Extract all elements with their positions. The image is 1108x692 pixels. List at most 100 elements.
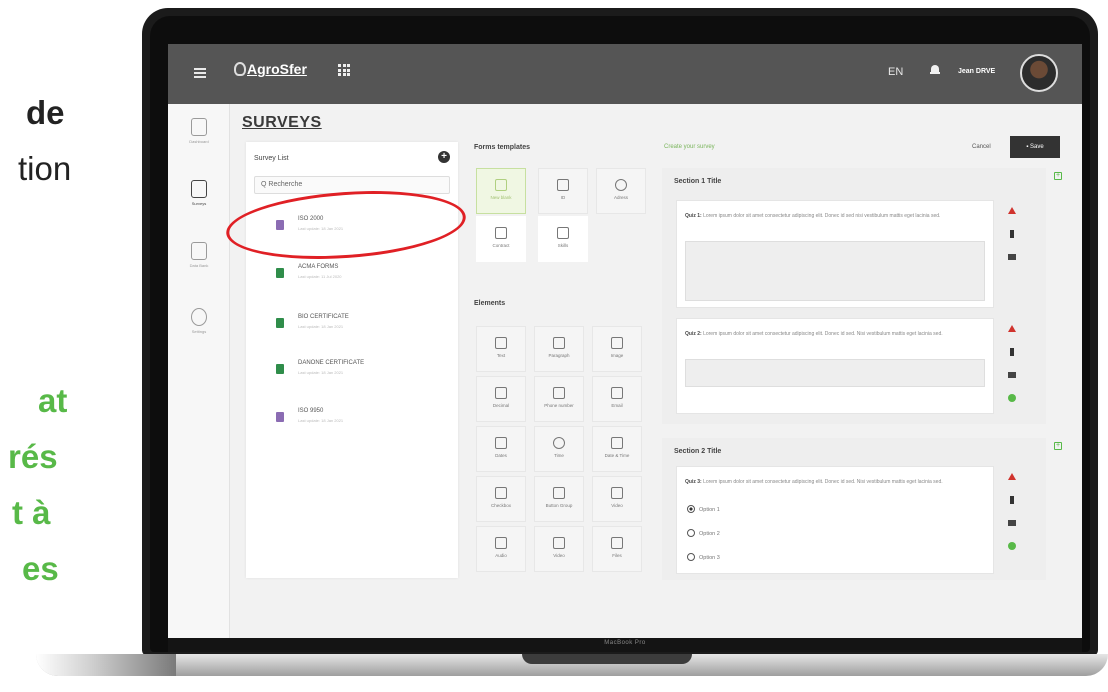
document-icon <box>276 364 284 374</box>
nav-item-databank[interactable]: Data Bank <box>168 242 230 268</box>
radio-icon <box>687 505 695 513</box>
tile-label: Contract <box>492 243 510 248</box>
section-title[interactable]: Section 1 Title <box>674 178 721 185</box>
clock-icon <box>553 437 565 449</box>
warning-icon[interactable] <box>1008 324 1016 332</box>
calendar-clock-icon <box>611 437 623 449</box>
laptop-notch <box>522 654 692 664</box>
document-icon <box>276 412 284 422</box>
option-label: Option 2 <box>699 531 720 537</box>
card-icon[interactable] <box>1008 254 1016 260</box>
question-tools <box>1008 472 1018 562</box>
language-switch[interactable]: EN <box>888 66 903 78</box>
radio-option-1[interactable]: Option 1 <box>687 505 720 513</box>
image-icon <box>611 337 623 349</box>
paragraph-icon <box>553 337 565 349</box>
radio-icon <box>687 553 695 561</box>
app-logo[interactable]: AgroSfer <box>234 61 307 77</box>
element-dates[interactable]: Dates <box>476 426 526 472</box>
survey-list-title: Survey List <box>254 155 289 162</box>
template-new-blank[interactable]: New blank <box>476 168 526 214</box>
list-item[interactable]: ACMA FORMS Last update: 11 Jul 2020 <box>276 262 446 292</box>
add-section-icon[interactable]: + <box>1054 172 1062 180</box>
radio-option-2[interactable]: Option 2 <box>687 529 720 537</box>
microphone-icon <box>495 537 507 549</box>
element-time[interactable]: Time <box>534 426 584 472</box>
add-survey-button[interactable]: + <box>438 151 450 163</box>
question-card[interactable]: Quiz 2: Lorem ipsum dolor sit amet conse… <box>676 318 994 414</box>
skills-icon <box>557 227 569 239</box>
nav-item-dashboard[interactable]: Dashboard <box>168 118 230 144</box>
list-item[interactable]: ISO 9950 Last update: 18 Jan 2021 <box>276 406 446 436</box>
side-green-line4: es <box>22 550 59 587</box>
element-image[interactable]: Image <box>592 326 642 372</box>
element-video-2[interactable]: Video <box>534 526 584 572</box>
tile-label: Phone number <box>544 403 574 408</box>
gear-icon[interactable] <box>1008 394 1016 402</box>
tile-label: Email <box>611 403 623 408</box>
answer-input[interactable] <box>685 359 985 387</box>
template-skills[interactable]: Skills <box>538 216 588 262</box>
question-tools <box>1008 206 1018 306</box>
template-adress[interactable]: Adress <box>596 168 646 214</box>
question-label: Quiz 1: <box>685 213 702 219</box>
left-nav: Dashboard Surveys Data Bank Settings <box>168 104 230 638</box>
list-item[interactable]: BIO CERTIFICATE Last update: 18 Jan 2021 <box>276 312 446 342</box>
create-survey-title: Create your survey <box>664 144 715 150</box>
option-label: Option 1 <box>699 507 720 513</box>
card-icon[interactable] <box>1008 520 1016 526</box>
warning-icon[interactable] <box>1008 472 1016 480</box>
question-text: Quiz 2: Lorem ipsum dolor sit amet conse… <box>685 331 985 338</box>
element-files[interactable]: Files <box>592 526 642 572</box>
question-label: Quiz 3: <box>685 479 702 485</box>
question-card[interactable]: Quiz 1: Lorem ipsum dolor sit amet conse… <box>676 200 994 308</box>
element-paragraph[interactable]: Paragraph <box>534 326 584 372</box>
section-title[interactable]: Section 2 Title <box>674 448 721 455</box>
email-icon <box>611 387 623 399</box>
tile-label: Dates <box>495 453 507 458</box>
nav-item-settings[interactable]: Settings <box>168 308 230 334</box>
nav-item-surveys[interactable]: Surveys <box>168 180 230 206</box>
element-decimal[interactable]: Decimal <box>476 376 526 422</box>
survey-name: DANONE CERTIFICATE <box>298 360 365 366</box>
gear-icon <box>191 308 207 326</box>
apps-grid-icon[interactable] <box>338 64 350 76</box>
radio-option-3[interactable]: Option 3 <box>687 553 720 561</box>
survey-date: Last update: 18 Jan 2021 <box>298 370 344 375</box>
template-id[interactable]: ID <box>538 168 588 214</box>
trash-icon[interactable] <box>1010 496 1014 504</box>
answer-textarea[interactable] <box>685 241 985 301</box>
list-item[interactable]: DANONE CERTIFICATE Last update: 18 Jan 2… <box>276 358 446 388</box>
element-email[interactable]: Email <box>592 376 642 422</box>
bell-icon[interactable] <box>930 65 940 76</box>
trash-icon[interactable] <box>1010 348 1014 356</box>
warning-icon[interactable] <box>1008 206 1016 214</box>
element-datetime[interactable]: Date & Time <box>592 426 642 472</box>
question-card[interactable]: Quiz 3: Lorem ipsum dolor sit amet conse… <box>676 466 994 574</box>
element-audio[interactable]: Audio <box>476 526 526 572</box>
save-label: Save <box>1030 144 1044 150</box>
template-contract[interactable]: Contract <box>476 216 526 262</box>
survey-name: ACMA FORMS <box>298 264 339 270</box>
user-name[interactable]: Jean DRVE <box>958 68 995 75</box>
avatar[interactable] <box>1020 54 1058 92</box>
gear-icon[interactable] <box>1008 542 1016 550</box>
menu-icon[interactable] <box>194 68 206 78</box>
add-section-icon[interactable]: + <box>1054 442 1062 450</box>
save-button[interactable]: ▪ Save <box>1010 136 1060 158</box>
cancel-button[interactable]: Cancel <box>972 144 991 150</box>
element-checkbox[interactable]: Checkbox <box>476 476 526 522</box>
tile-label: Image <box>610 353 624 358</box>
trash-icon[interactable] <box>1010 230 1014 238</box>
side-heading-line2: tion <box>18 150 72 187</box>
laptop-chin: MacBook Pro <box>168 638 1082 652</box>
checkbox-icon <box>495 487 507 499</box>
radio-icon <box>687 529 695 537</box>
card-icon[interactable] <box>1008 372 1016 378</box>
element-button-group[interactable]: Button Group <box>534 476 584 522</box>
element-video[interactable]: Video <box>592 476 642 522</box>
stage: de tion at rés t à es MacBook Pro AgroSf… <box>0 0 1108 692</box>
element-text[interactable]: Text <box>476 326 526 372</box>
element-phone[interactable]: Phone number <box>534 376 584 422</box>
databank-icon <box>191 242 207 260</box>
